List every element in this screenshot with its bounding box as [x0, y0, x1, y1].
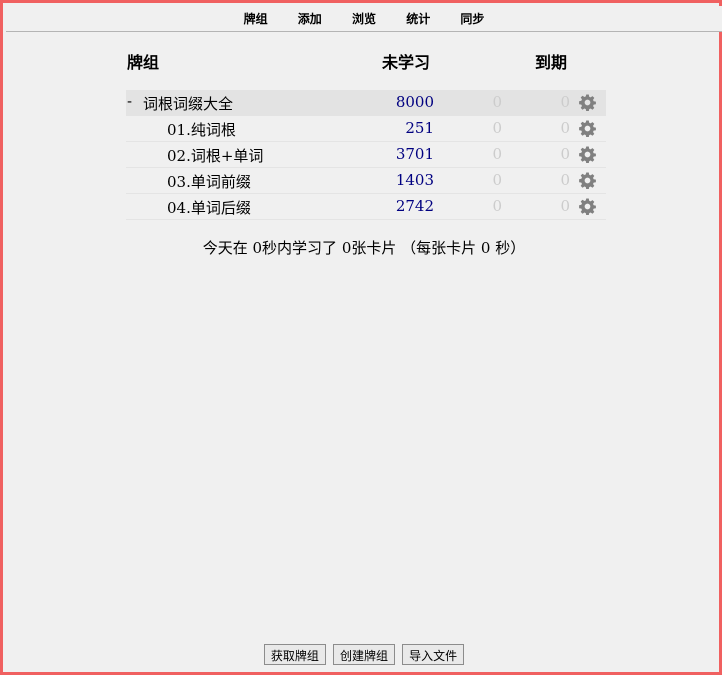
deck-name[interactable]: 03.单词前缀	[167, 171, 251, 192]
nav-decks[interactable]: 牌组	[244, 10, 268, 27]
deck-list: 牌组 未学习 到期 - 词根词缀大全 8000 0 0 01.纯词根 251 0…	[126, 43, 606, 220]
due-count: 0	[560, 171, 570, 189]
new-count: 3701	[395, 145, 434, 163]
header-new: 未学习	[382, 53, 431, 72]
deck-name[interactable]: 01.纯词根	[167, 119, 236, 140]
deck-row: 01.纯词根 251 0 0	[126, 116, 606, 142]
nav-add[interactable]: 添加	[298, 10, 322, 27]
nav-browse[interactable]: 浏览	[352, 10, 376, 27]
gear-icon[interactable]	[579, 94, 596, 111]
bottom-toolbar: 获取牌组 创建牌组 导入文件	[3, 644, 722, 665]
top-toolbar: 牌组 添加 浏览 统计 同步	[6, 6, 722, 32]
nav-sync[interactable]: 同步	[460, 10, 484, 27]
new-count: 2742	[395, 197, 434, 215]
gear-icon[interactable]	[579, 120, 596, 137]
new-count: 251	[405, 119, 434, 137]
deck-rows: - 词根词缀大全 8000 0 0 01.纯词根 251 0 0 02.词根+单…	[126, 90, 606, 220]
deck-list-header: 牌组 未学习 到期	[126, 43, 606, 75]
nav-stats[interactable]: 统计	[406, 10, 430, 27]
learn-count: 0	[492, 171, 502, 189]
import-file-button[interactable]: 导入文件	[402, 644, 465, 665]
study-stats: 今天在 0秒内学习了 0张卡片 （每张卡片 0 秒）	[202, 239, 526, 257]
deck-name[interactable]: 04.单词后缀	[167, 197, 251, 218]
create-deck-button[interactable]: 创建牌组	[332, 644, 395, 665]
due-count: 0	[560, 119, 570, 137]
gear-icon[interactable]	[579, 146, 596, 163]
deck-row: 03.单词前缀 1403 0 0	[126, 168, 606, 194]
collapse-toggle[interactable]: -	[127, 94, 132, 110]
gear-icon[interactable]	[579, 198, 596, 215]
deck-row: 04.单词后缀 2742 0 0	[126, 194, 606, 220]
app-window: 牌组 添加 浏览 统计 同步 牌组 未学习 到期 - 词根词缀大全 8000 0…	[0, 0, 722, 675]
learn-count: 0	[492, 197, 502, 215]
new-count: 1403	[395, 171, 434, 189]
deck-name[interactable]: 词根词缀大全	[143, 93, 233, 114]
header-due: 到期	[535, 53, 568, 72]
deck-name[interactable]: 02.词根+单词	[167, 145, 263, 166]
due-count: 0	[560, 145, 570, 163]
learn-count: 0	[492, 93, 502, 111]
due-count: 0	[560, 197, 570, 215]
get-shared-button[interactable]: 获取牌组	[263, 644, 326, 665]
learn-count: 0	[492, 145, 502, 163]
due-count: 0	[560, 93, 570, 111]
learn-count: 0	[492, 119, 502, 137]
deck-row: 02.词根+单词 3701 0 0	[126, 142, 606, 168]
header-deck: 牌组	[127, 53, 160, 72]
gear-icon[interactable]	[579, 172, 596, 189]
new-count: 8000	[395, 93, 434, 111]
deck-row: - 词根词缀大全 8000 0 0	[126, 90, 606, 116]
toolbar-nav: 牌组 添加 浏览 统计 同步	[6, 10, 722, 27]
